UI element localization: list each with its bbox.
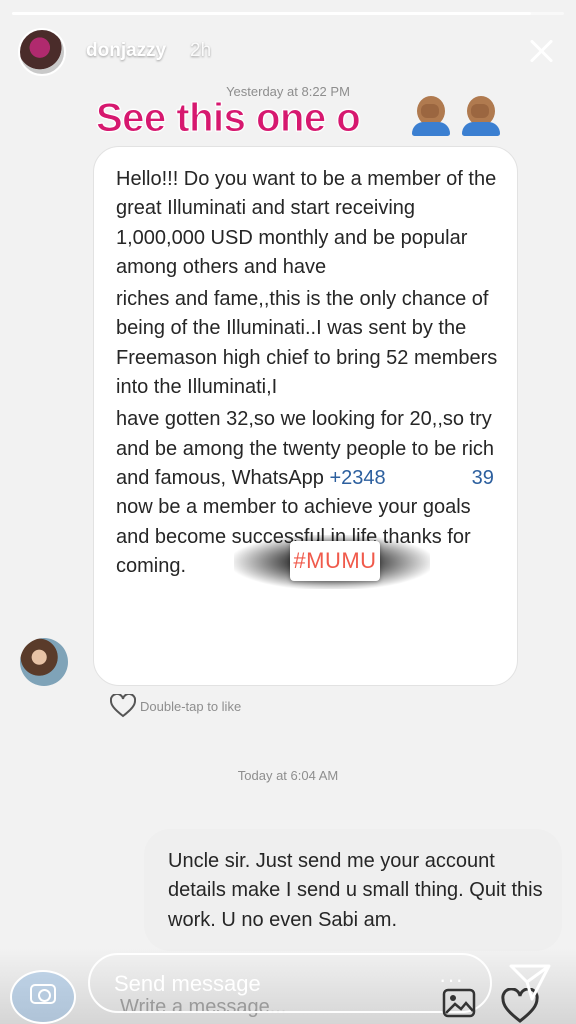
facepalm-emoji [462, 96, 500, 136]
incoming-message-text: Hello!!! Do you want to be a member of t… [116, 165, 499, 581]
paper-plane-icon[interactable] [508, 962, 552, 1002]
send-message-placeholder: Send message [114, 971, 261, 996]
gallery-icon[interactable] [442, 988, 476, 1018]
story-header: donjazzy 2h [18, 28, 558, 78]
send-message-input[interactable]: Send message ··· [88, 953, 492, 1013]
outgoing-message-text: Uncle sir. Just send me your account det… [168, 850, 543, 931]
hashtag-sticker: #MUMU [290, 541, 380, 581]
story-username[interactable]: donjazzy [86, 40, 166, 62]
camera-icon [30, 984, 56, 1004]
story-time-ago: 2h [190, 40, 212, 61]
phone-number-start[interactable]: +2348 [329, 467, 385, 489]
message-text: have gotten 32,so we looking for 20,,so … [116, 408, 495, 489]
story-text-sticker: See this one o [95, 96, 361, 141]
camera-button[interactable] [10, 970, 76, 1024]
story-author-avatar[interactable] [18, 28, 66, 76]
close-icon[interactable] [524, 34, 558, 68]
message-paragraph: Hello!!! Do you want to be a member of t… [116, 168, 497, 278]
phone-number-end[interactable]: 39 [472, 467, 494, 489]
message-paragraph: riches and fame,,this is the only chance… [116, 288, 498, 399]
like-hint-label: Double-tap to like [140, 699, 242, 714]
incoming-message-bubble[interactable]: Hello!!! Do you want to be a member of t… [93, 146, 518, 686]
sender-avatar[interactable] [20, 638, 68, 686]
story-progress-fill [12, 12, 531, 15]
facepalm-emoji [412, 96, 450, 136]
heart-icon [110, 694, 136, 718]
story-progress-bar [12, 12, 564, 15]
timestamp-today: Today at 6:04 AM [237, 768, 339, 783]
outgoing-message-bubble[interactable]: Uncle sir. Just send me your account det… [144, 829, 562, 951]
